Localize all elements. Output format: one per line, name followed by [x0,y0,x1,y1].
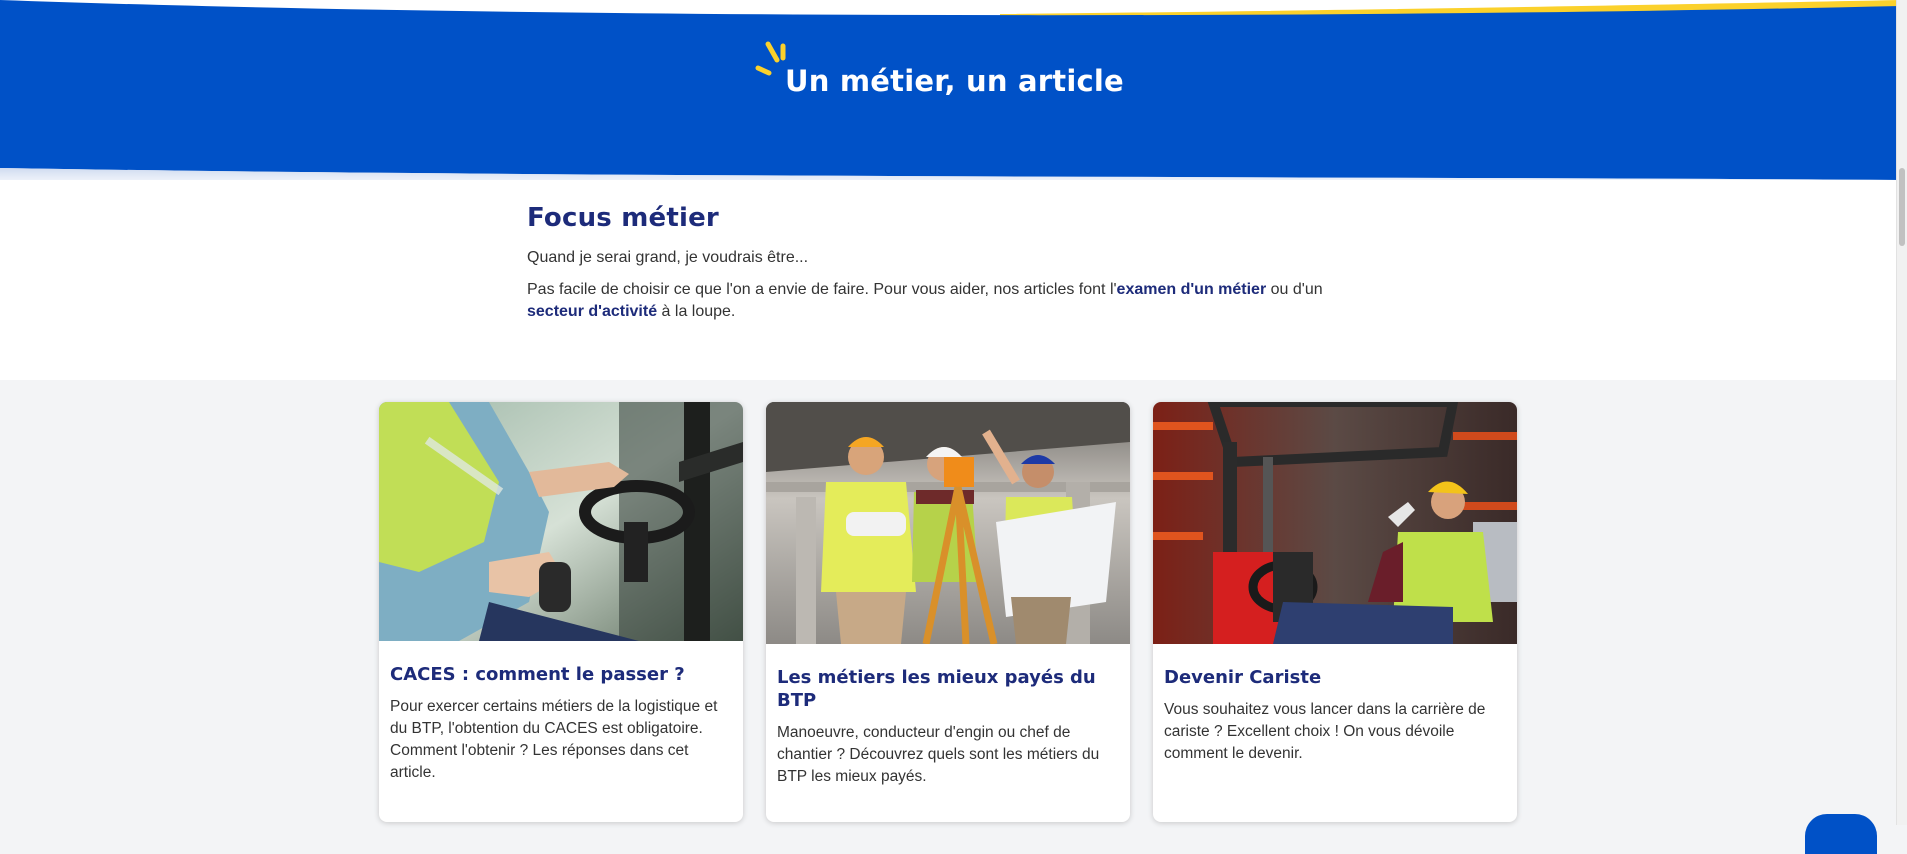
focus-intro: Quand je serai grand, je voudrais être..… [527,249,809,266]
article-card-cariste[interactable]: Devenir Cariste Vous souhaitez vous lanc… [1153,402,1517,822]
construction-workers-surveying-photo [766,402,1130,644]
card-title[interactable]: Les métiers les mieux payés du BTP [777,666,1119,712]
card-title[interactable]: Devenir Cariste [1164,666,1506,689]
focus-paragraph: Pas facile de choisir ce que l'on a envi… [527,279,1347,323]
card-description: Pour exercer certains métiers de la logi… [390,698,718,781]
hero-banner: Un métier, un article [0,0,1900,200]
banner-background [0,0,1900,200]
card-body: Devenir Cariste Vous souhaitez vous lanc… [1153,666,1517,765]
card-title[interactable]: CACES : comment le passer ? [390,663,732,686]
focus-section: Focus métier Quand je serai grand, je vo… [0,180,1900,380]
forklift-driver-hands-photo [379,402,743,641]
article-card-caces[interactable]: CACES : comment le passer ? Pour exercer… [379,402,743,822]
card-body: CACES : comment le passer ? Pour exercer… [379,663,743,784]
focus-text-1: Pas facile de choisir ce que l'on a envi… [527,281,1117,298]
link-secteur-activite[interactable]: secteur d'activité [527,303,657,320]
article-card-metiers-btp[interactable]: Les métiers les mieux payés du BTP Manoe… [766,402,1130,822]
focus-text-2: ou d'un [1266,281,1323,298]
scrollbar-thumb[interactable] [1899,168,1905,246]
cariste-on-forklift-photo [1153,402,1517,644]
page-scrollbar[interactable] [1896,0,1907,825]
chat-button[interactable] [1805,814,1877,854]
focus-heading: Focus métier [527,203,719,233]
card-body: Les métiers les mieux payés du BTP Manoe… [766,666,1130,788]
focus-text-3: à la loupe. [657,303,736,320]
banner-title: Un métier, un article [785,64,1124,98]
link-examen-metier[interactable]: examen d'un métier [1117,281,1267,298]
card-description: Manoeuvre, conducteur d'engin ou chef de… [777,724,1100,785]
card-description: Vous souhaitez vous lancer dans la carri… [1164,701,1486,762]
focus-content: Focus métier Quand je serai grand, je vo… [527,203,1347,323]
